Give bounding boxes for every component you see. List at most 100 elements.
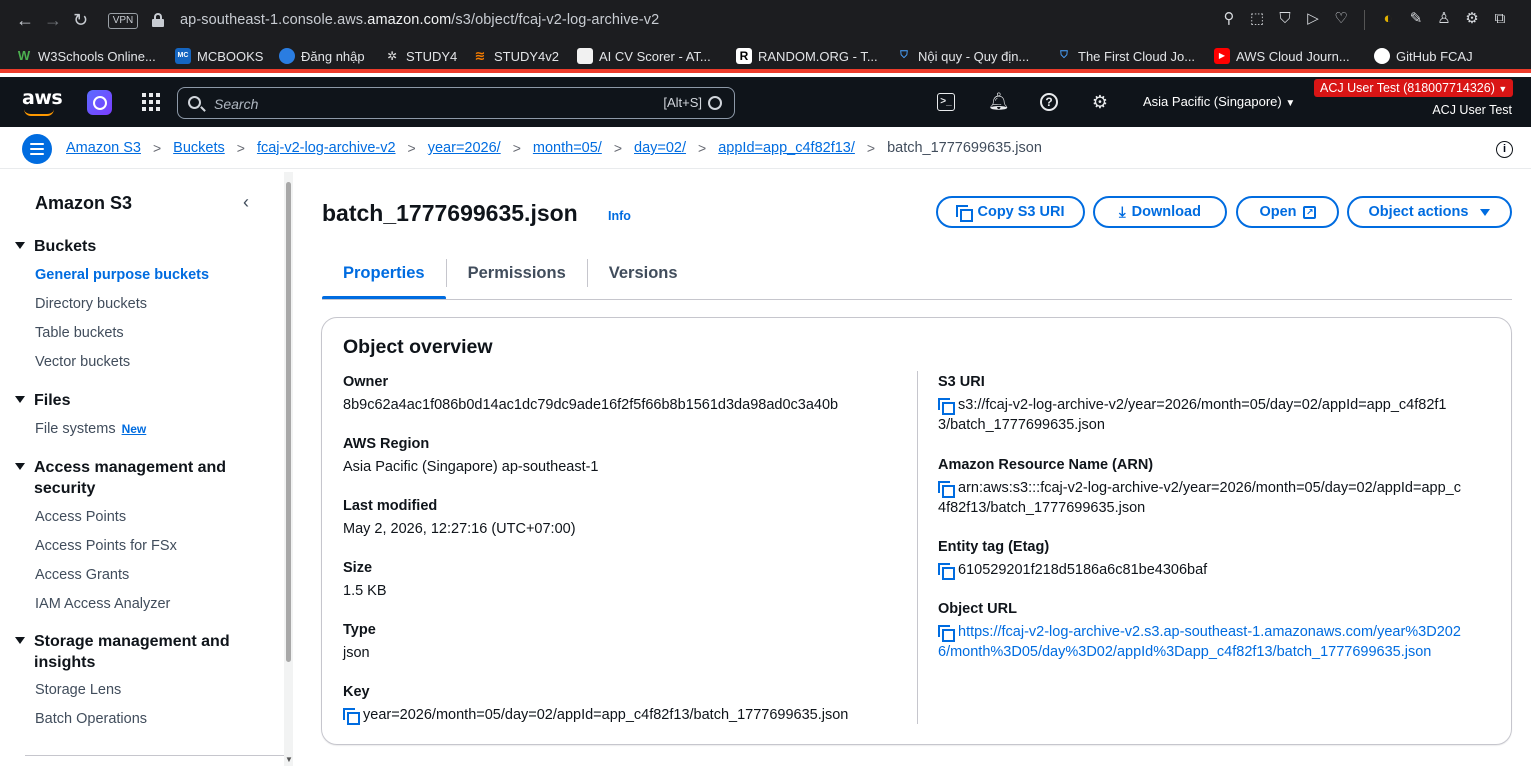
send-icon[interactable]: ▷ [1304, 10, 1322, 28]
arn-line: 4f82f13/batch_1777699635.json [938, 500, 1146, 516]
aws-logo[interactable]: aws [22, 87, 63, 116]
services-grid-icon[interactable] [142, 93, 160, 111]
breadcrumb-day[interactable]: day=02/ [634, 140, 686, 156]
bookmark-mcbooks[interactable]: MC MCBOOKS [175, 46, 263, 66]
open-button[interactable]: Open ↗ [1236, 196, 1339, 228]
section-access-management[interactable]: Access management and security [15, 457, 245, 499]
address-bar[interactable]: ap-southeast-1.console.aws.amazon.com/s3… [180, 12, 659, 28]
etag-value-row: 610529201f218d5186a6c81be4306baf [938, 560, 1498, 580]
sidebar-item-iam-access-analyzer[interactable]: IAM Access Analyzer [35, 596, 170, 612]
console-search[interactable]: [Alt+S] [177, 87, 735, 119]
bookmark-random-org[interactable]: R RANDOM.ORG - T... [736, 46, 878, 66]
info-link[interactable]: Info [608, 209, 631, 223]
breadcrumb-appid[interactable]: appId=app_c4f82f13/ [718, 140, 855, 156]
object-tabs: Properties Permissions Versions [322, 250, 699, 300]
cloudshell-icon[interactable]: >_ [937, 93, 955, 111]
heart-icon[interactable]: ♡ [1332, 10, 1350, 28]
sidebar-item-batch-operations[interactable]: Batch Operations [35, 711, 147, 727]
copy-icon[interactable] [938, 625, 955, 642]
person-icon[interactable]: ♙ [1435, 10, 1453, 28]
bell-icon[interactable]: 🔔︎ [988, 93, 1010, 111]
collapse-sidebar-icon[interactable]: ‹ [243, 192, 249, 213]
settings-gear-icon[interactable]: ⚙ [1091, 93, 1109, 111]
copy-icon[interactable] [938, 563, 955, 580]
pen-icon[interactable]: ✎ [1407, 10, 1425, 28]
vpn-badge[interactable]: VPN [108, 13, 138, 29]
region-selector[interactable]: Asia Pacific (Singapore) ▼ [1143, 94, 1295, 109]
url-prefix: ap-southeast-1.console.aws. [180, 12, 368, 28]
tab-properties[interactable]: Properties [322, 250, 446, 300]
pin-icon[interactable]: ⚲ [1220, 10, 1238, 28]
copy-s3-uri-button[interactable]: Copy S3 URI [936, 196, 1085, 228]
object-url-value[interactable]: https://fcaj-v2-log-archive-v2.s3.ap-sou… [938, 622, 1498, 662]
info-panel-icon[interactable]: i [1496, 141, 1513, 158]
type-field: Type json [343, 622, 376, 663]
lock-icon[interactable] [152, 13, 164, 27]
side-nav-toggle-button[interactable] [22, 134, 52, 164]
breadcrumb-month[interactable]: month=05/ [533, 140, 602, 156]
gear-extension-icon[interactable]: ⚙ [1463, 10, 1481, 28]
section-label: Files [34, 392, 71, 409]
sidebar-item-table-buckets[interactable]: Table buckets [35, 325, 124, 341]
tab-versions[interactable]: Versions [588, 250, 699, 296]
scroll-down-arrow-icon[interactable]: ▼ [285, 755, 293, 764]
account-badge[interactable]: ACJ User Test (818007714326) ▼ [1314, 79, 1514, 97]
bookmark-github-fcaj[interactable]: GitHub FCAJ [1374, 46, 1473, 66]
tab-permissions[interactable]: Permissions [447, 250, 587, 296]
youtube-icon: ▶ [1214, 48, 1230, 64]
bookmark-noi-quy[interactable]: ⛉ Nội quy - Quy địn... [896, 46, 1029, 66]
breadcrumb-amazon-s3[interactable]: Amazon S3 [66, 140, 141, 156]
copy-icon [956, 204, 974, 222]
scrollbar-thumb[interactable] [286, 182, 291, 662]
breadcrumb-buckets[interactable]: Buckets [173, 140, 225, 156]
download-icon: ⤓ [1119, 203, 1126, 221]
copy-icon[interactable] [938, 481, 955, 498]
bookmark-first-cloud[interactable]: ⛉ The First Cloud Jo... [1056, 46, 1195, 66]
chevron-right-icon: > [866, 140, 876, 156]
object-url-line[interactable]: 6/month%3D05/day%3D02/appId%3Dapp_c4f82f… [938, 642, 1498, 662]
help-icon[interactable]: ? [1040, 93, 1058, 111]
key-value-row: year=2026/month=05/day=02/appId=app_c4f8… [343, 705, 848, 725]
bookmark-aws-journey[interactable]: ▶ AWS Cloud Journ... [1214, 46, 1350, 66]
puzzle-icon[interactable]: ⧉ [1491, 10, 1509, 28]
bookmark-study4v2[interactable]: ≋ STUDY4v2 [472, 46, 559, 66]
sidebar-item-storage-lens[interactable]: Storage Lens [35, 682, 121, 698]
owner-value: 8b9c62a4ac1f086b0d14ac1dc79dc9ade16f2f5f… [343, 397, 839, 413]
bookmark-dang-nhap[interactable]: Đăng nhập [279, 46, 365, 66]
search-input[interactable] [214, 94, 614, 114]
breadcrumb-current: batch_1777699635.json [887, 140, 1042, 156]
forward-arrow-icon[interactable]: → [44, 11, 62, 29]
amazon-q-icon[interactable] [87, 90, 112, 115]
screenshot-icon[interactable]: ⬚ [1248, 10, 1266, 28]
sidebar-scrollbar[interactable]: ▼ [284, 172, 293, 766]
reload-icon[interactable]: ↻ [73, 11, 88, 29]
type-label: Type [343, 622, 376, 638]
sidebar-item-access-points-fsx[interactable]: Access Points for FSx [35, 538, 177, 554]
bookmark-study4[interactable]: ✲ STUDY4 [384, 46, 457, 66]
sidebar-item-access-points[interactable]: Access Points [35, 509, 126, 525]
extension-color-icon[interactable]: ◐ [1379, 10, 1397, 28]
sidebar-item-file-systems[interactable]: File systems New [35, 421, 146, 437]
sidebar-item-vector-buckets[interactable]: Vector buckets [35, 354, 130, 370]
download-button[interactable]: ⤓ Download [1093, 196, 1227, 228]
back-arrow-icon[interactable]: ← [16, 11, 34, 29]
breadcrumb-year[interactable]: year=2026/ [428, 140, 501, 156]
copy-icon[interactable] [343, 708, 360, 725]
sidebar-item-access-grants[interactable]: Access Grants [35, 567, 129, 583]
section-storage-management[interactable]: Storage management and insights [15, 631, 245, 673]
sidebar-item-general-purpose-buckets[interactable]: General purpose buckets [35, 267, 209, 283]
copy-icon[interactable] [938, 398, 955, 415]
object-actions-button[interactable]: Object actions [1347, 196, 1512, 228]
sidebar-item-directory-buckets[interactable]: Directory buckets [35, 296, 147, 312]
account-user[interactable]: ACJ User Test [1432, 103, 1512, 117]
section-files[interactable]: Files [15, 390, 70, 411]
tabs-divider [322, 299, 1512, 300]
breadcrumb-bucket[interactable]: fcaj-v2-log-archive-v2 [257, 140, 396, 156]
globe-icon [279, 48, 295, 64]
shield-check-icon[interactable]: ⛉ [1276, 10, 1294, 28]
bookmark-w3schools[interactable]: W W3Schools Online... [16, 46, 156, 66]
sidebar-title[interactable]: Amazon S3 [35, 193, 132, 214]
object-url-line[interactable]: https://fcaj-v2-log-archive-v2.s3.ap-sou… [958, 622, 1461, 642]
bookmark-cv-scorer[interactable]: AI CV Scorer - AT... [577, 46, 711, 66]
section-buckets[interactable]: Buckets [15, 236, 96, 257]
